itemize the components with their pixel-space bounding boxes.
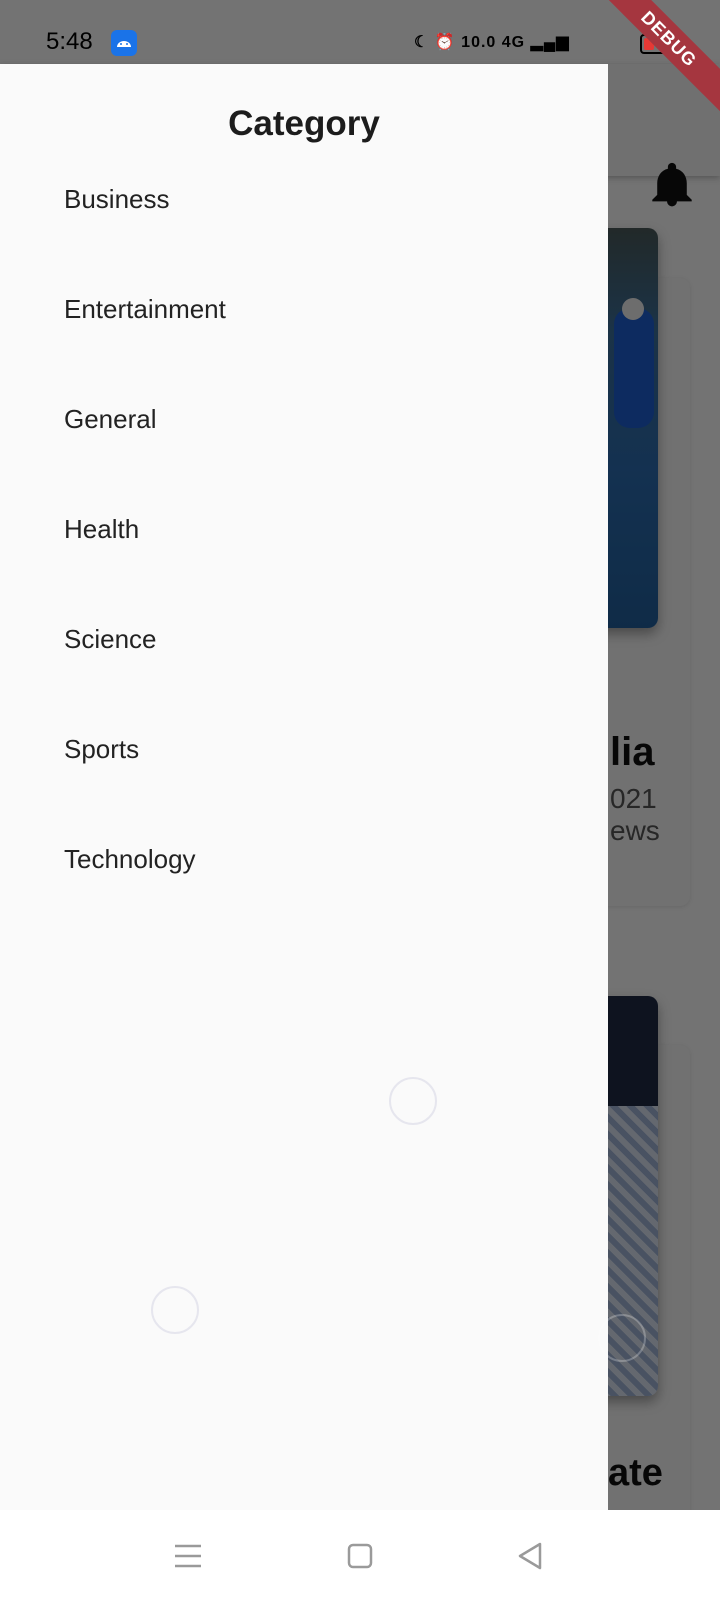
category-drawer: Category Business Entertainment General … — [0, 64, 608, 1510]
category-general[interactable]: General — [64, 404, 157, 435]
back-icon[interactable] — [506, 1532, 554, 1580]
moon-icon: ☾ — [414, 34, 430, 51]
drawer-title: Category — [228, 104, 380, 143]
status-icons: ☾ ⏰ 10.0 4G ▂▄▆ — [414, 32, 570, 52]
touch-ripple — [151, 1286, 199, 1334]
system-nav-bar — [0, 1510, 720, 1600]
android-icon — [111, 30, 137, 56]
network-speed: 10.0 — [461, 34, 497, 51]
signal-icon: ▂▄▆ — [530, 34, 570, 51]
category-science[interactable]: Science — [64, 624, 157, 655]
category-sports[interactable]: Sports — [64, 734, 139, 765]
touch-ripple — [598, 1314, 646, 1362]
category-business[interactable]: Business — [64, 184, 170, 215]
menu-icon[interactable] — [164, 1532, 212, 1580]
category-technology[interactable]: Technology — [64, 844, 196, 875]
category-health[interactable]: Health — [64, 514, 139, 545]
touch-ripple — [389, 1077, 437, 1125]
category-entertainment[interactable]: Entertainment — [64, 294, 226, 325]
status-bar: 5:48 ☾ ⏰ 10.0 4G ▂▄▆ — [0, 0, 720, 64]
home-icon[interactable] — [336, 1532, 384, 1580]
network-type: 4G — [501, 34, 526, 51]
status-time: 5:48 — [46, 28, 93, 55]
alarm-icon: ⏰ — [434, 34, 456, 51]
